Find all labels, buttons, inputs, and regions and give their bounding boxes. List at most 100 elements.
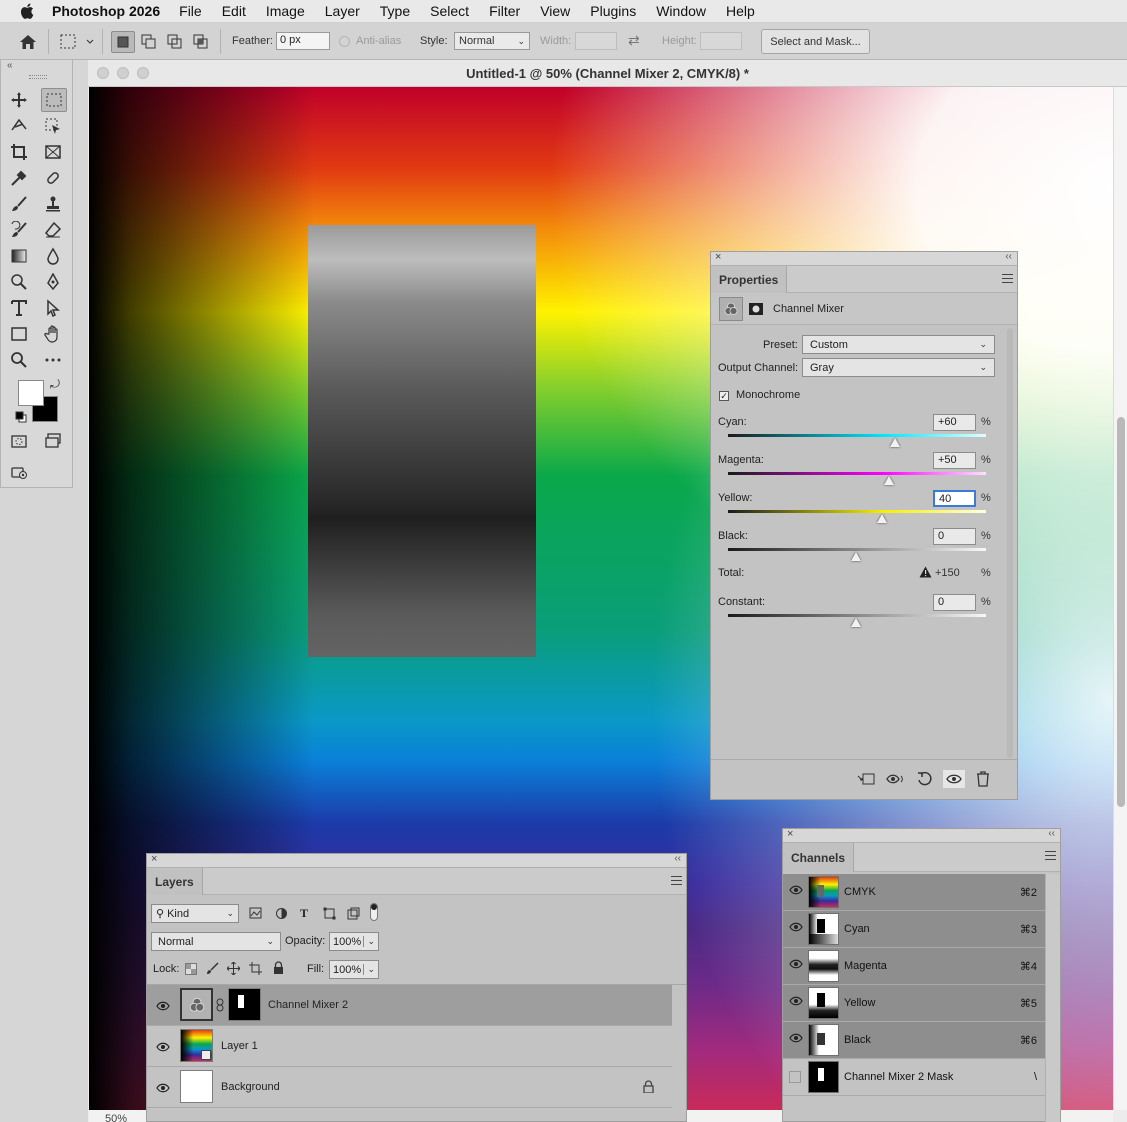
close-panel-icon[interactable]: × [787, 828, 793, 840]
hand-tool-icon[interactable] [42, 323, 64, 345]
visibility-eye-icon[interactable] [789, 959, 805, 973]
black-input[interactable]: 0 [933, 528, 976, 545]
app-name[interactable]: Photoshop 2026 [52, 3, 160, 19]
screen-mode-icon[interactable] [42, 430, 64, 452]
cyan-slider-track[interactable] [728, 434, 986, 437]
menu-edit[interactable]: Edit [222, 3, 246, 19]
layer-name[interactable]: Channel Mixer 2 [268, 999, 348, 1011]
black-slider-thumb[interactable] [851, 552, 861, 561]
vertical-scrollbar[interactable] [1113, 87, 1127, 1110]
default-colors-icon[interactable] [15, 411, 27, 423]
menu-plugins[interactable]: Plugins [590, 3, 636, 19]
channel-row-magenta[interactable]: Magenta ⌘4 [783, 948, 1045, 985]
swap-colors-icon[interactable]: ⤾ [50, 377, 60, 392]
menu-file[interactable]: File [179, 3, 202, 19]
marquee-preset-icon[interactable] [58, 32, 94, 52]
rectangular-marquee-tool-icon[interactable] [41, 88, 67, 112]
clip-to-layer-icon[interactable] [856, 770, 876, 788]
type-tool-icon[interactable] [8, 297, 30, 319]
close-panel-icon[interactable]: × [151, 853, 157, 865]
foreground-color-swatch[interactable] [18, 380, 44, 406]
magenta-slider-thumb[interactable] [884, 476, 894, 485]
reset-icon[interactable] [915, 770, 935, 788]
tab-layers[interactable]: Layers [147, 868, 203, 895]
filter-smart-object-icon[interactable] [347, 907, 360, 923]
layer-row-layer-1[interactable]: Layer 1 [147, 1026, 672, 1067]
lock-position-icon[interactable] [226, 961, 241, 978]
channel-row-yellow[interactable]: Yellow ⌘5 [783, 985, 1045, 1022]
monochrome-checkbox[interactable]: ✓ [719, 391, 729, 401]
inner-scrollbar[interactable] [1007, 328, 1013, 758]
lock-icon[interactable] [643, 1080, 654, 1096]
delete-adjustment-icon[interactable] [973, 770, 993, 788]
filter-type-icon[interactable]: T [300, 906, 308, 921]
feather-input[interactable]: 0 px [276, 32, 330, 50]
channel-row-cyan[interactable]: Cyan ⌘3 [783, 911, 1045, 948]
constant-slider-track[interactable] [728, 614, 986, 617]
menu-help[interactable]: Help [726, 3, 755, 19]
layer-row-channel-mixer-2[interactable]: Channel Mixer 2 [147, 985, 672, 1026]
magenta-slider-track[interactable] [728, 472, 986, 475]
home-icon[interactable] [18, 33, 38, 51]
scrollbar-thumb[interactable] [1117, 417, 1125, 807]
new-selection-icon[interactable] [111, 31, 135, 53]
toggle-visibility-icon[interactable] [943, 770, 965, 788]
height-input[interactable] [700, 32, 742, 50]
collapse-panel-icon[interactable]: ‹‹ [674, 853, 681, 864]
visibility-eye-icon[interactable] [155, 999, 171, 1013]
lasso-tool-icon[interactable] [8, 115, 30, 137]
intersect-selection-icon[interactable] [190, 31, 212, 53]
chain-link-icon[interactable] [216, 998, 224, 1015]
history-brush-tool-icon[interactable] [8, 219, 30, 241]
healing-brush-tool-icon[interactable] [42, 167, 64, 189]
visibility-eye-icon[interactable] [155, 1040, 171, 1054]
close-panel-icon[interactable]: × [715, 251, 721, 263]
adjustment-layer-thumbnail[interactable] [180, 988, 213, 1021]
constant-slider-thumb[interactable] [851, 618, 861, 627]
channel-mixer-adjustment-icon[interactable] [719, 296, 743, 321]
brush-tool-icon[interactable] [8, 193, 30, 215]
tab-properties[interactable]: Properties [711, 266, 788, 293]
layer-thumbnail[interactable] [180, 1070, 213, 1103]
channels-scrollbar[interactable] [1045, 874, 1060, 1122]
cyan-input[interactable]: +60 [933, 414, 976, 431]
cyan-slider-thumb[interactable] [890, 438, 900, 447]
visibility-eye-icon[interactable] [789, 922, 805, 936]
blend-mode-select[interactable]: Normal ⌄ [151, 932, 281, 951]
lock-transparent-icon[interactable] [185, 963, 197, 978]
zoom-tool-icon[interactable] [8, 349, 30, 371]
panel-menu-icon[interactable] [1002, 274, 1013, 283]
rectangle-tool-icon[interactable] [8, 323, 30, 345]
layer-name[interactable]: Background [221, 1081, 280, 1093]
lock-artboard-icon[interactable] [249, 962, 262, 978]
panel-menu-icon[interactable] [671, 876, 682, 885]
channel-row-black[interactable]: Black ⌘6 [783, 1022, 1045, 1059]
pen-tool-icon[interactable] [42, 271, 64, 293]
lock-all-icon[interactable] [273, 961, 284, 977]
menu-view[interactable]: View [540, 3, 570, 19]
layer-row-background[interactable]: Background [147, 1067, 672, 1108]
layer-mask-thumbnail[interactable] [228, 988, 261, 1021]
object-selection-tool-icon[interactable] [42, 115, 64, 137]
layer-name[interactable]: Layer 1 [221, 1040, 258, 1052]
quick-mask-icon[interactable] [8, 430, 30, 452]
zoom-level[interactable]: 50% [105, 1113, 127, 1122]
magenta-input[interactable]: +50 [933, 452, 976, 469]
blur-tool-icon[interactable] [42, 245, 64, 267]
clone-stamp-tool-icon[interactable] [42, 193, 64, 215]
preset-select[interactable]: Custom ⌄ [802, 335, 995, 354]
collapse-panel-icon[interactable]: ‹‹ [1005, 251, 1012, 262]
swap-dimensions-icon[interactable]: ⇄ [628, 32, 640, 49]
eraser-tool-icon[interactable] [42, 219, 64, 241]
channel-row-mask[interactable]: Channel Mixer 2 Mask \ [783, 1059, 1045, 1096]
filter-adjustment-icon[interactable] [275, 907, 288, 923]
path-selection-tool-icon[interactable] [42, 297, 64, 319]
lock-image-icon[interactable] [206, 962, 219, 978]
view-previous-state-icon[interactable] [886, 770, 906, 788]
move-tool-icon[interactable] [8, 89, 30, 111]
crop-tool-icon[interactable] [8, 141, 30, 163]
menu-layer[interactable]: Layer [325, 3, 360, 19]
add-selection-icon[interactable] [138, 31, 160, 53]
gradient-tool-icon[interactable] [8, 245, 30, 267]
visibility-eye-icon[interactable] [789, 996, 805, 1010]
